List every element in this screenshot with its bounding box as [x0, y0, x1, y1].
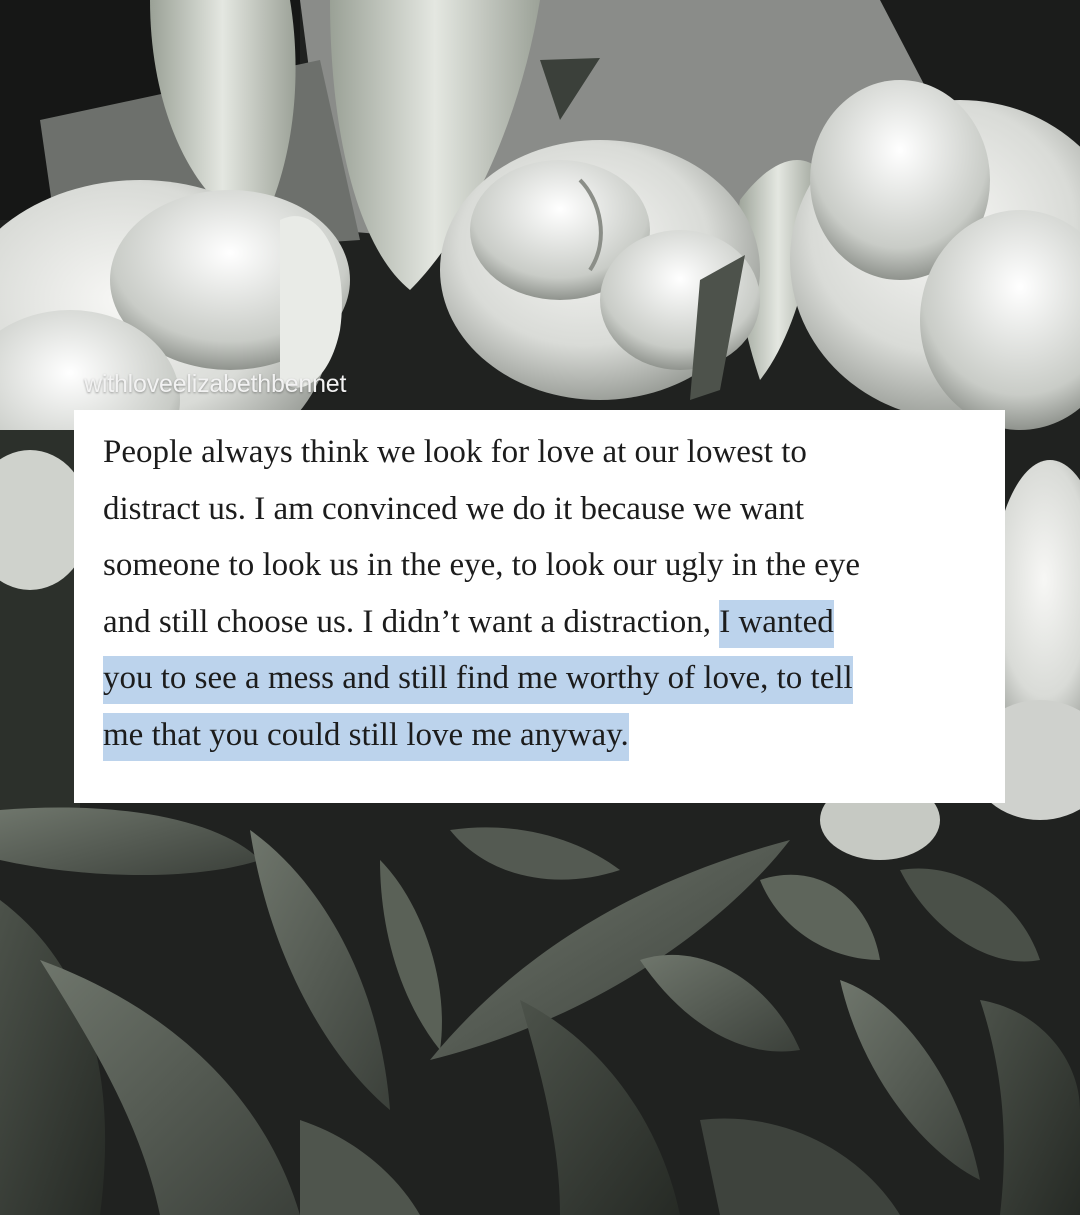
quote-line: People always think we look for love at … [103, 424, 1003, 481]
quote-line: distract us. I am convinced we do it bec… [103, 481, 1003, 538]
highlighted-text: you to see a mess and still find me wort… [103, 656, 853, 704]
post-image: withloveelizabethbennet People always th… [0, 0, 1080, 1215]
quote-text: People always think we look for love at … [103, 424, 1003, 763]
highlighted-text: me that you could still love me anyway. [103, 712, 629, 761]
quote-line: me that you could still love me anyway. [103, 707, 1003, 764]
watermark-username: withloveelizabethbennet [84, 370, 347, 398]
quote-line-text: someone to look us in the eye, to look o… [103, 547, 861, 583]
highlighted-text: I wanted [719, 599, 834, 648]
quote-line-text: People always think we look for love at … [103, 434, 807, 470]
quote-line-text: and still choose us. I didn’t want a dis… [103, 603, 711, 640]
quote-line: and still choose us. I didn’t want a dis… [103, 594, 1003, 651]
quote-line-text: distract us. I am convinced we do it bec… [103, 490, 805, 527]
quote-card: People always think we look for love at … [74, 410, 1005, 803]
quote-line: you to see a mess and still find me wort… [103, 650, 1003, 707]
quote-line: someone to look us in the eye, to look o… [103, 537, 1003, 594]
